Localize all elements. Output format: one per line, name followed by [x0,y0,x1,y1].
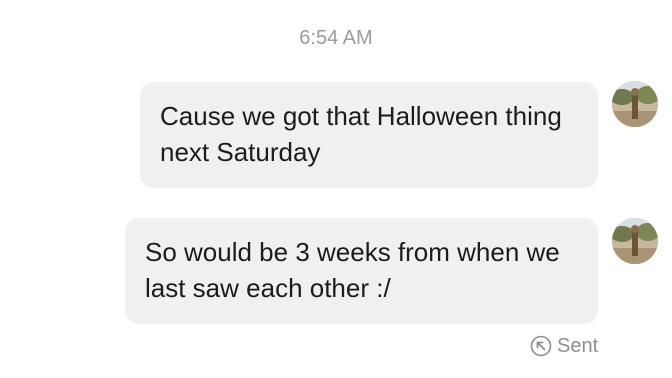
message-text-line: last saw each other :/ [145,273,391,303]
message-text-line: next Saturday [160,137,321,167]
message-bubble[interactable]: Cause we got that Halloween thing next S… [140,82,598,188]
delivery-status-label: Sent [557,334,599,357]
avatar[interactable] [612,81,658,127]
message-bubble[interactable]: So would be 3 weeks from when we last sa… [125,218,598,324]
avatar-photo [612,218,658,264]
chat-screen: 6:54 AM Cause we got that Halloween thin… [0,0,672,378]
avatar-photo [612,81,658,127]
message-timestamp: 6:54 AM [299,27,373,49]
sent-arrow-circle-icon [530,335,552,357]
delivery-status: Sent [530,333,598,359]
avatar[interactable] [612,218,658,264]
message-text-line: So would be 3 weeks from when we [145,237,560,267]
message-text-line: Cause we got that Halloween thing [160,101,562,131]
